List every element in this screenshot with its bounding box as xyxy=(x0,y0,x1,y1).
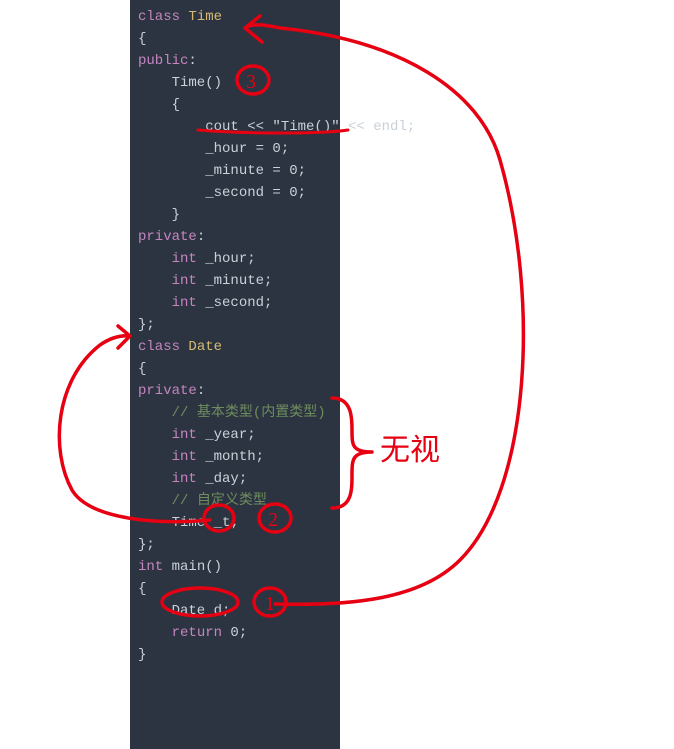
line: { xyxy=(138,97,180,113)
line: // 自定义类型 xyxy=(138,493,267,509)
line: int _hour; xyxy=(138,251,256,267)
line: cout << "Time()" << endl; xyxy=(138,119,415,135)
handwritten-note: 无视 xyxy=(380,434,440,467)
line: private: xyxy=(138,229,205,245)
line: Time _t; xyxy=(138,515,239,531)
code-block: class Time { public: Time() { cout << "T… xyxy=(130,0,340,749)
stage: class Time { public: Time() { cout << "T… xyxy=(0,0,674,749)
line: int _second; xyxy=(138,295,272,311)
line: { xyxy=(138,361,146,377)
line: class Time xyxy=(138,9,222,25)
line: _hour = 0; xyxy=(138,141,289,157)
line: // 基本类型(内置类型) xyxy=(138,405,326,421)
line: int _year; xyxy=(138,427,256,443)
line: int main() xyxy=(138,559,222,575)
line: }; xyxy=(138,537,155,553)
line: } xyxy=(138,647,146,663)
line: Date d; xyxy=(138,603,230,619)
line: class Date xyxy=(138,339,222,355)
line: _minute = 0; xyxy=(138,163,306,179)
line: private: xyxy=(138,383,205,399)
line: int _month; xyxy=(138,449,264,465)
line: }; xyxy=(138,317,155,333)
line: { xyxy=(138,31,146,47)
line: return 0; xyxy=(138,625,247,641)
line: public: xyxy=(138,53,197,69)
line: int _minute; xyxy=(138,273,272,289)
line: } xyxy=(138,207,180,223)
line: Time() xyxy=(138,75,222,91)
line: _second = 0; xyxy=(138,185,306,201)
arrow-time-to-date-head xyxy=(118,326,130,348)
line: { xyxy=(138,581,146,597)
line: int _day; xyxy=(138,471,247,487)
